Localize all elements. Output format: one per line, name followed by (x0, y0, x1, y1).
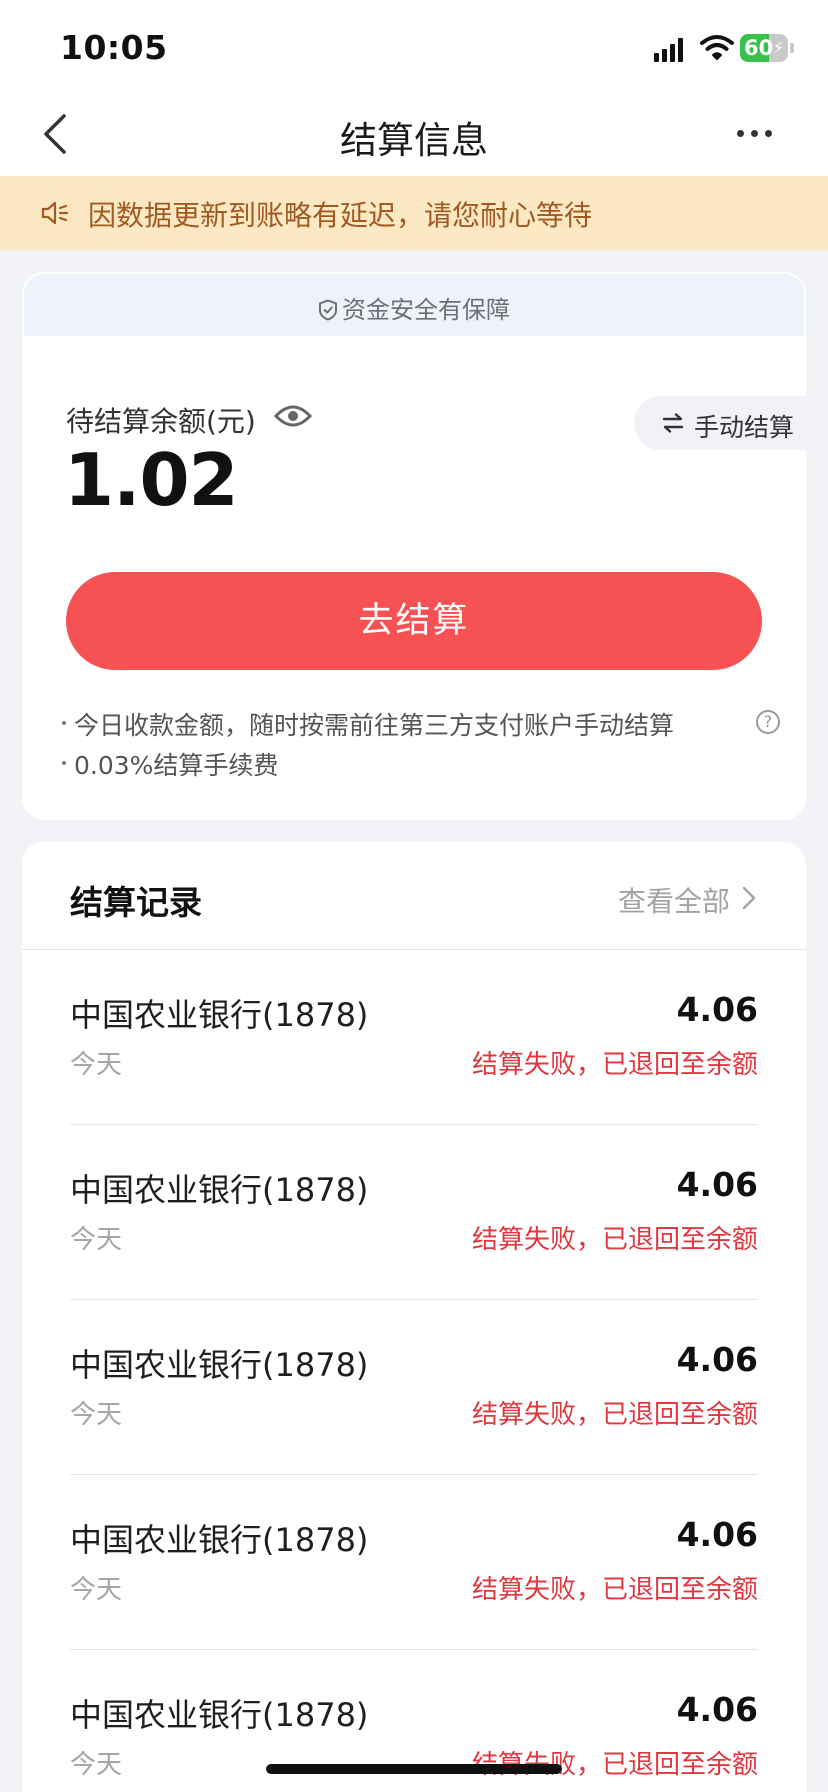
battery-cap (790, 43, 794, 53)
record-bank: 中国农业银行(1878) (70, 1521, 369, 1559)
record-bank: 中国农业银行(1878) (70, 1171, 369, 1209)
settlement-page: 10:05 60 ⚡ 结算信息 因数据更新到账略有延迟，请您耐心等待 资金安全有… (0, 0, 828, 1792)
record-date: 今天 (70, 1400, 123, 1430)
bullet-dot (62, 721, 66, 725)
page-title: 结算信息 (340, 119, 488, 162)
notice-bar: 因数据更新到账略有延迟，请您耐心等待 (0, 176, 828, 250)
record-item[interactable]: 中国农业银行(1878) 今天 4.06 结算失败，已退回至余额 (70, 1300, 758, 1475)
record-status: 结算失败，已退回至余额 (471, 1575, 758, 1605)
record-date: 今天 (70, 1225, 123, 1255)
tip-text: 今日收款金额，随时按需前往第三方支付账户手动结算 (74, 711, 675, 740)
status-time: 10:05 (60, 28, 168, 67)
balance-card: 资金安全有保障 待结算余额(元) 手动结算 1.02 去结算 今日收款金额，随时… (22, 272, 806, 820)
view-all-link[interactable]: 查看全部 (618, 880, 730, 920)
tip-item: 今日收款金额，随时按需前往第三方支付账户手动结算 (62, 706, 674, 742)
record-item[interactable]: 中国农业银行(1878) 今天 4.06 结算失败，已退回至余额 (70, 1475, 758, 1650)
battery-icon: 60 ⚡ (740, 34, 788, 62)
record-amount: 4.06 (676, 1165, 758, 1204)
security-message: 资金安全有保障 (318, 290, 510, 325)
speaker-icon (41, 201, 69, 225)
record-date: 今天 (70, 1750, 123, 1780)
balance-amount: 1.02 (64, 438, 239, 522)
home-indicator[interactable] (266, 1764, 562, 1774)
manual-settle-label: 手动结算 (694, 413, 795, 442)
record-amount: 4.06 (676, 990, 758, 1029)
manual-settle-button[interactable]: 手动结算 (634, 396, 806, 450)
record-amount: 4.06 (676, 1340, 758, 1379)
security-text: 资金安全有保障 (342, 296, 510, 324)
bullet-dot (62, 761, 66, 765)
record-status: 结算失败，已退回至余额 (471, 1225, 758, 1255)
eye-icon[interactable] (274, 402, 312, 430)
tip-text: 0.03%结算手续费 (74, 751, 279, 780)
record-date: 今天 (70, 1575, 123, 1605)
wifi-icon (700, 35, 734, 60)
battery-percentage: 60 (744, 36, 774, 60)
record-item[interactable]: 中国农业银行(1878) 今天 4.06 结算失败，已退回至余额 (70, 1125, 758, 1300)
record-status: 结算失败，已退回至余额 (471, 1400, 758, 1430)
records-list: 中国农业银行(1878) 今天 4.06 结算失败，已退回至余额 中国农业银行(… (70, 950, 758, 1792)
notice-text: 因数据更新到账略有延迟，请您耐心等待 (88, 199, 593, 232)
charging-bolt-icon: ⚡ (772, 38, 784, 57)
security-banner: 资金安全有保障 (24, 274, 804, 336)
balance-label: 待结算余额(元) (66, 405, 256, 438)
cellular-signal-icon (654, 38, 688, 62)
more-icon[interactable] (736, 128, 774, 140)
shield-icon (319, 299, 337, 321)
record-bank: 中国农业银行(1878) (70, 996, 369, 1034)
record-status: 结算失败，已退回至余额 (471, 1750, 758, 1780)
status-bar: 10:05 60 ⚡ (0, 0, 828, 92)
record-bank: 中国农业银行(1878) (70, 1346, 369, 1384)
record-amount: 4.06 (676, 1690, 758, 1729)
record-item[interactable]: 中国农业银行(1878) 今天 4.06 结算失败，已退回至余额 (70, 950, 758, 1125)
help-icon[interactable]: ? (756, 710, 780, 734)
record-date: 今天 (70, 1050, 123, 1080)
records-title: 结算记录 (70, 883, 202, 922)
nav-bar: 结算信息 (0, 92, 828, 176)
chevron-right-icon[interactable] (742, 886, 756, 910)
records-header: 结算记录 查看全部 (22, 842, 806, 950)
swap-icon (662, 413, 684, 433)
record-bank: 中国农业银行(1878) (70, 1696, 369, 1734)
record-status: 结算失败，已退回至余额 (471, 1050, 758, 1080)
settle-button[interactable]: 去结算 (66, 572, 762, 670)
tip-item: 0.03%结算手续费 (62, 746, 278, 782)
record-amount: 4.06 (676, 1515, 758, 1554)
settlement-records-card: 结算记录 查看全部 中国农业银行(1878) 今天 4.06 结算失败，已退回至… (22, 842, 806, 1792)
